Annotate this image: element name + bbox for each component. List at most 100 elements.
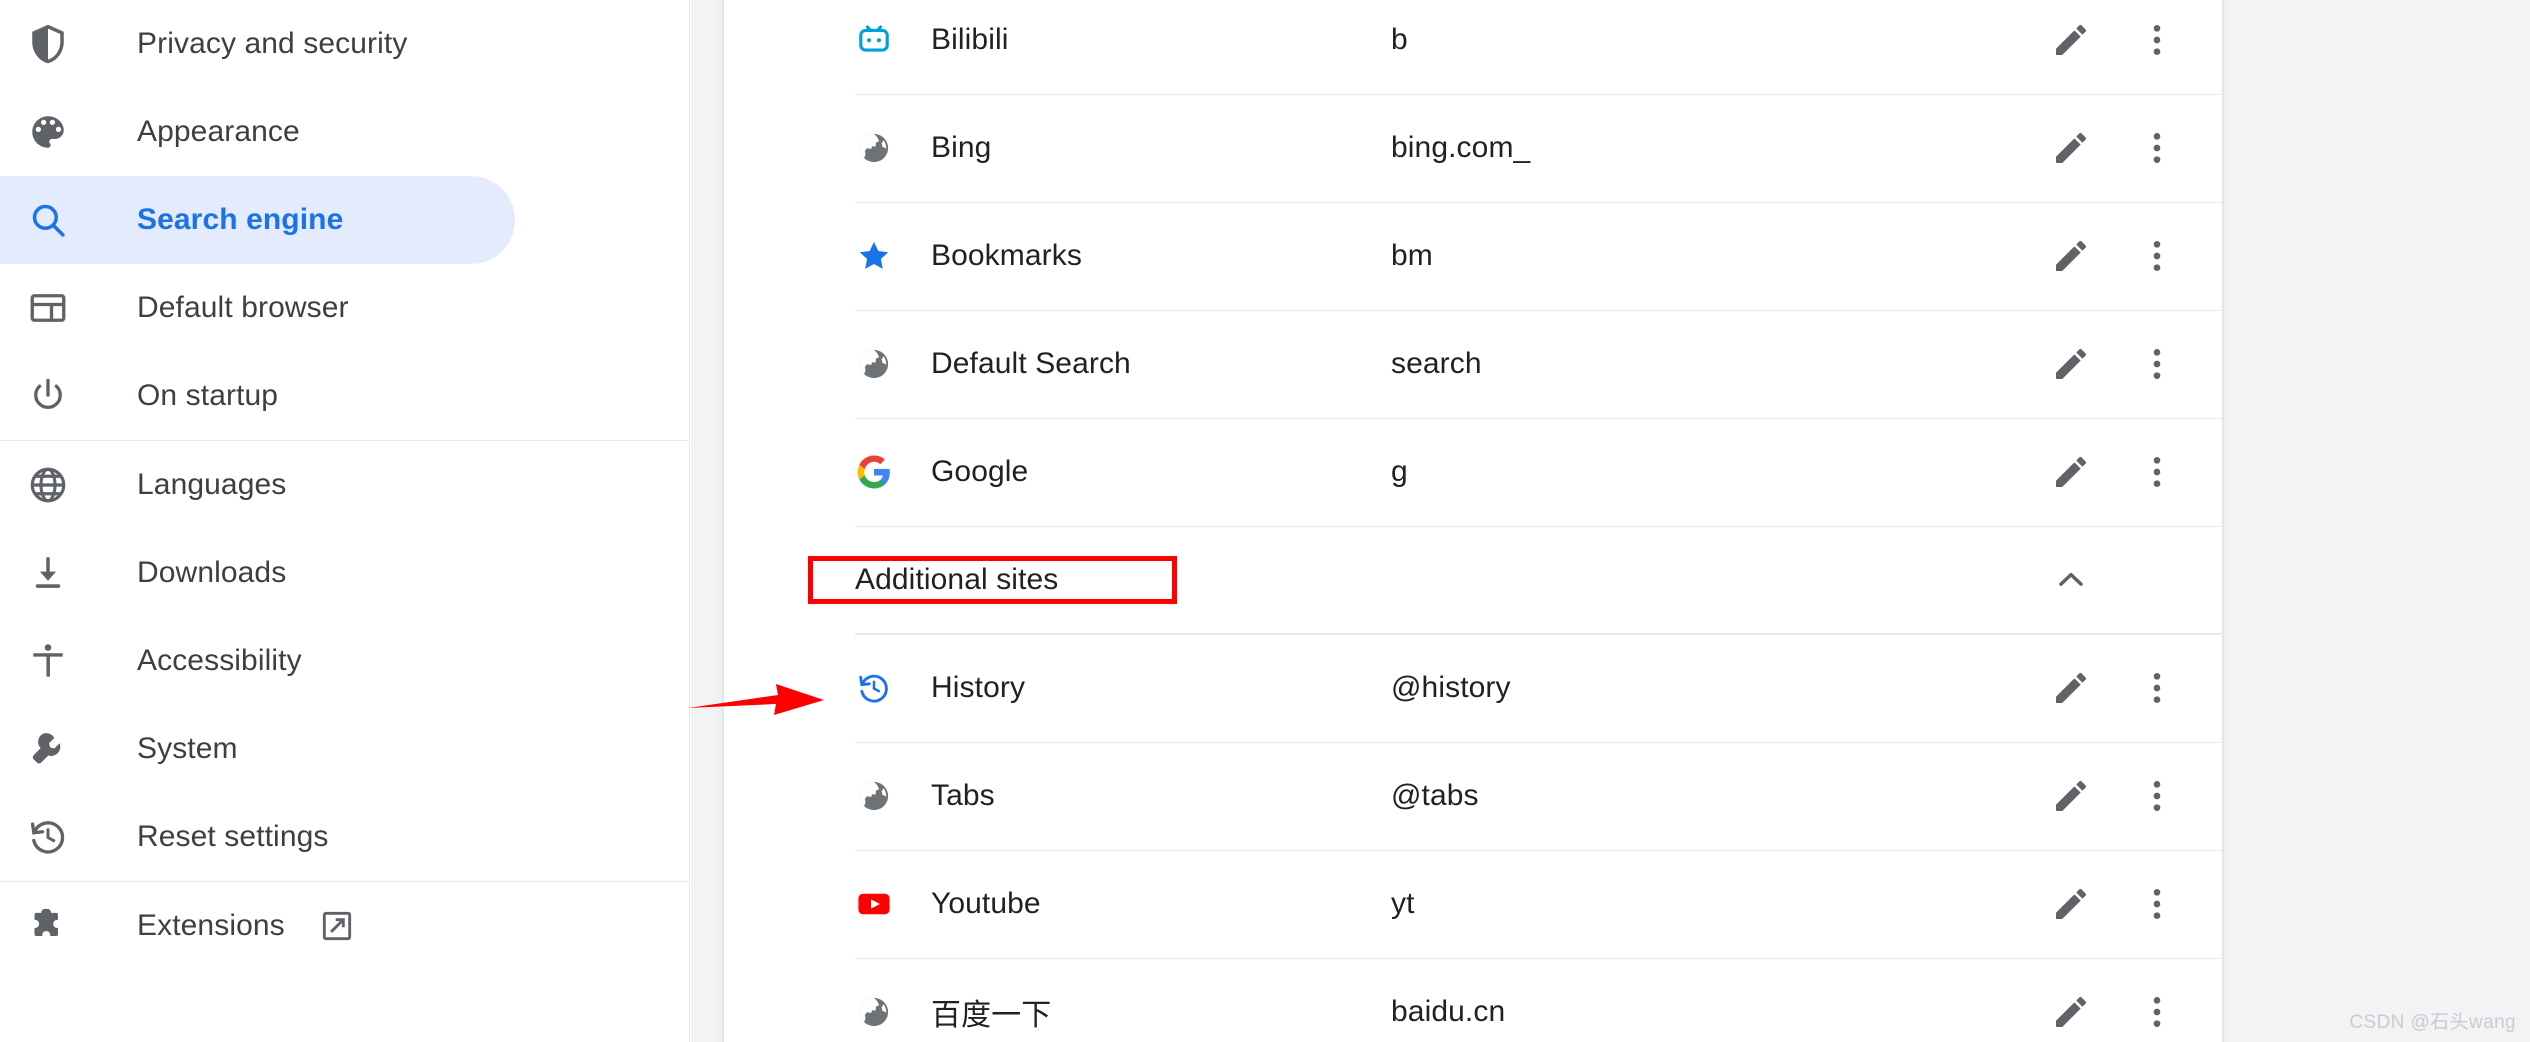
open-in-new-icon[interactable] — [318, 907, 356, 945]
star-icon — [855, 237, 893, 275]
bilibili-icon — [855, 21, 893, 59]
site-shortcut: @history — [1391, 671, 1511, 704]
row-actions — [2028, 645, 2200, 731]
chrome-settings-page: Privacy and security Appearance Search e… — [0, 0, 2530, 1042]
search-icon — [26, 198, 70, 242]
sidebar-item-appearance[interactable]: Appearance — [0, 88, 689, 176]
row-actions — [2028, 969, 2200, 1042]
sidebar-item-label: Privacy and security — [137, 27, 408, 60]
site-shortcut: bing.com_ — [1391, 131, 1531, 164]
table-row[interactable]: History @history — [724, 634, 2222, 742]
section-title: Additional sites — [855, 563, 1059, 596]
site-name: Default Search — [931, 347, 1131, 380]
sidebar-item-label: System — [137, 732, 238, 765]
more-vertical-icon[interactable] — [2114, 645, 2200, 731]
site-name: Tabs — [931, 779, 995, 812]
edit-pencil-icon[interactable] — [2028, 213, 2114, 299]
google-g-icon — [855, 453, 893, 491]
table-row[interactable]: Bilibili b — [724, 0, 2222, 94]
more-vertical-icon[interactable] — [2114, 753, 2200, 839]
chevron-up-icon[interactable] — [2028, 537, 2114, 623]
table-row[interactable]: Youtube yt — [724, 850, 2222, 958]
settings-main-content: Bilibili b Bing bing.com_ Bookmarks bm D… — [691, 0, 2530, 1042]
history-icon — [855, 669, 893, 707]
site-name: Youtube — [931, 887, 1041, 920]
site-name: Google — [931, 455, 1029, 488]
edit-pencil-icon[interactable] — [2028, 861, 2114, 947]
more-vertical-icon[interactable] — [2114, 861, 2200, 947]
shield-icon — [26, 22, 70, 66]
row-actions — [2028, 0, 2200, 83]
power-icon — [26, 374, 70, 418]
sidebar-item-system[interactable]: System — [0, 705, 689, 793]
sidebar-item-label: Search engine — [137, 203, 344, 236]
sidebar-item-label: Languages — [137, 468, 287, 501]
sidebar-item-label: Default browser — [137, 291, 349, 324]
site-name: Bookmarks — [931, 239, 1082, 272]
row-actions — [2028, 105, 2200, 191]
globe-favicon — [855, 129, 893, 167]
search-engines-card: Bilibili b Bing bing.com_ Bookmarks bm D… — [724, 0, 2222, 1042]
globe-icon — [26, 463, 70, 507]
more-vertical-icon[interactable] — [2114, 321, 2200, 407]
edit-pencil-icon[interactable] — [2028, 105, 2114, 191]
sidebar-item-reset-settings[interactable]: Reset settings — [0, 793, 689, 881]
site-shortcut: search — [1391, 347, 1482, 380]
accessibility-icon — [26, 639, 70, 683]
table-row[interactable]: Bookmarks bm — [724, 202, 2222, 310]
table-row[interactable]: Tabs @tabs — [724, 742, 2222, 850]
table-row[interactable]: Google g — [724, 418, 2222, 526]
row-actions — [2028, 213, 2200, 299]
row-actions — [2028, 753, 2200, 839]
edit-pencil-icon[interactable] — [2028, 645, 2114, 731]
edit-pencil-icon[interactable] — [2028, 321, 2114, 407]
additional-sites-section-header[interactable]: Additional sites — [724, 526, 2222, 634]
site-shortcut: g — [1391, 455, 1408, 488]
table-row[interactable]: Default Search search — [724, 310, 2222, 418]
more-vertical-icon[interactable] — [2114, 0, 2200, 83]
edit-pencil-icon[interactable] — [2028, 429, 2114, 515]
more-vertical-icon[interactable] — [2114, 105, 2200, 191]
sidebar-item-privacy-and-security[interactable]: Privacy and security — [0, 0, 689, 88]
wrench-icon — [26, 727, 70, 771]
table-row[interactable]: 百度一下 baidu.cn — [724, 958, 2222, 1042]
sidebar-item-label: Reset settings — [137, 820, 329, 853]
youtube-icon — [855, 885, 893, 923]
sidebar-group-1: Privacy and security Appearance Search e… — [0, 0, 689, 440]
download-icon — [26, 551, 70, 595]
sidebar-item-extensions[interactable]: Extensions — [0, 882, 689, 970]
site-shortcut: b — [1391, 23, 1408, 56]
sidebar-item-downloads[interactable]: Downloads — [0, 529, 689, 617]
sidebar-item-label: On startup — [137, 379, 279, 412]
palette-icon — [26, 110, 70, 154]
site-name: Bing — [931, 131, 992, 164]
watermark: CSDN @石头wang — [2349, 1012, 2516, 1033]
site-name: History — [931, 671, 1026, 704]
more-vertical-icon[interactable] — [2114, 969, 2200, 1042]
sidebar-group-3: Extensions — [0, 882, 689, 970]
additional-sites-list: History @history Tabs @tabs Youtube yt 百… — [724, 634, 2222, 1042]
edit-pencil-icon[interactable] — [2028, 0, 2114, 83]
row-actions — [2028, 321, 2200, 407]
globe-favicon — [855, 777, 893, 815]
site-name: Bilibili — [931, 23, 1009, 56]
sidebar-item-default-browser[interactable]: Default browser — [0, 264, 689, 352]
site-shortcut: baidu.cn — [1391, 995, 1506, 1028]
puzzle-icon — [26, 904, 70, 948]
sidebar-item-on-startup[interactable]: On startup — [0, 352, 689, 440]
row-actions — [2028, 429, 2200, 515]
table-row[interactable]: Bing bing.com_ — [724, 94, 2222, 202]
sidebar-item-languages[interactable]: Languages — [0, 441, 689, 529]
site-shortcut: @tabs — [1391, 779, 1479, 812]
edit-pencil-icon[interactable] — [2028, 753, 2114, 839]
settings-sidebar: Privacy and security Appearance Search e… — [0, 0, 690, 1042]
sidebar-item-accessibility[interactable]: Accessibility — [0, 617, 689, 705]
sidebar-item-search-engine[interactable]: Search engine — [0, 176, 515, 264]
more-vertical-icon[interactable] — [2114, 429, 2200, 515]
sidebar-item-label: Accessibility — [137, 644, 302, 677]
browser-window-icon — [26, 286, 70, 330]
edit-pencil-icon[interactable] — [2028, 969, 2114, 1042]
site-search-list: Bilibili b Bing bing.com_ Bookmarks bm D… — [724, 0, 2222, 526]
site-name: 百度一下 — [931, 999, 1052, 1032]
more-vertical-icon[interactable] — [2114, 213, 2200, 299]
